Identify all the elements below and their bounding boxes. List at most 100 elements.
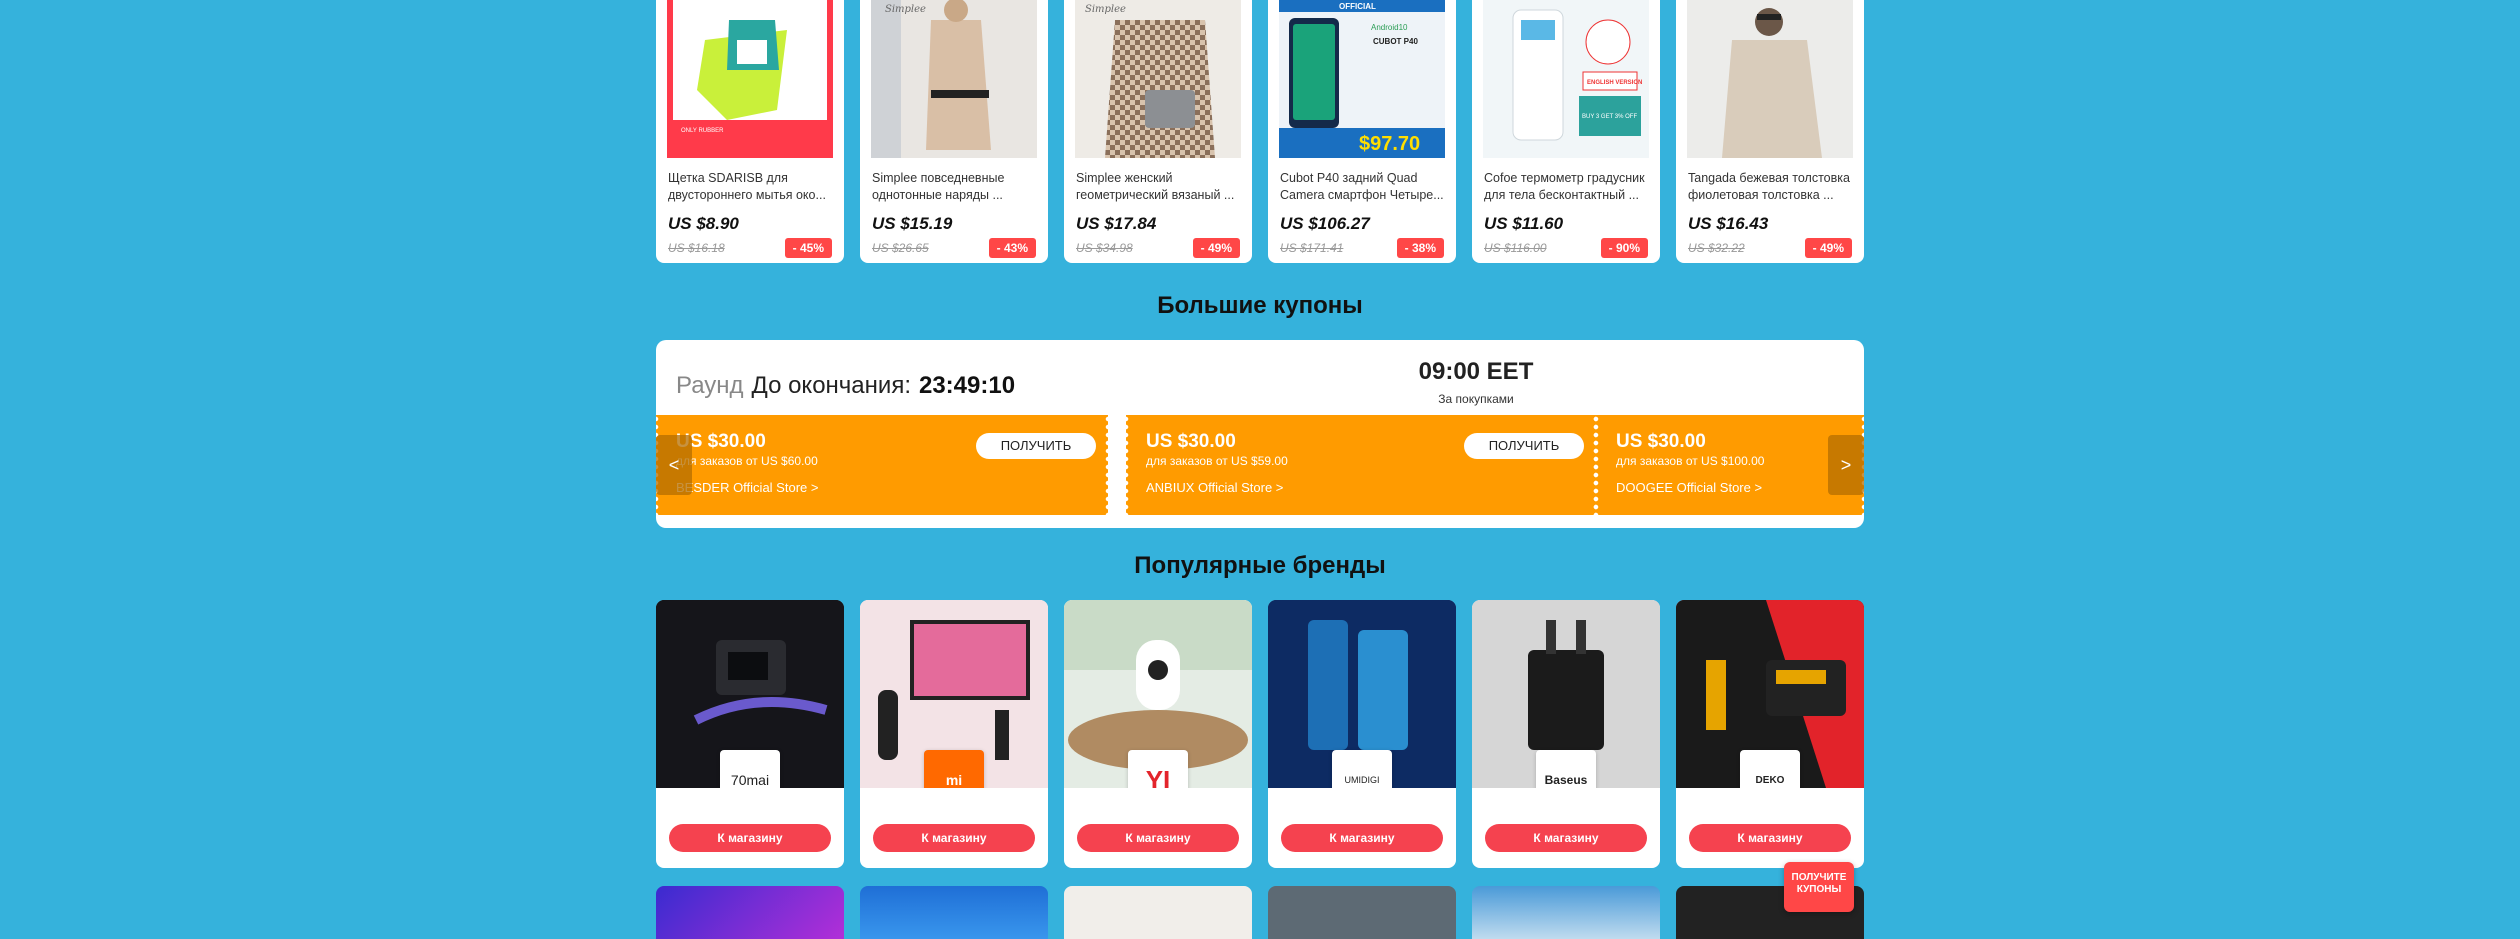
to-store-button[interactable]: К магазину bbox=[669, 824, 831, 852]
brand-image: UMIDIGI bbox=[1268, 600, 1456, 788]
product-image: Simplee bbox=[1075, 0, 1241, 158]
discount-badge: - 38% bbox=[1396, 238, 1444, 258]
get-coupon-button[interactable]: ПОЛУЧИТЬ bbox=[1464, 433, 1584, 459]
carousel-next-arrow[interactable]: > bbox=[1828, 435, 1864, 495]
coupon-amount: US $30.00 bbox=[1616, 431, 1706, 452]
brand-card[interactable]: mi К магазину bbox=[860, 600, 1048, 868]
get-coupons-floating-button[interactable]: ПОЛУЧИТЕ КУПОНЫ bbox=[1784, 862, 1854, 912]
brand-card[interactable] bbox=[656, 886, 844, 939]
brand-card[interactable]: Baseus К магазину bbox=[1472, 600, 1660, 868]
svg-text:ONLY RUBBER: ONLY RUBBER bbox=[681, 128, 724, 134]
brand-card[interactable]: YI К магазину bbox=[1064, 600, 1252, 868]
brand-image: DEKO bbox=[1676, 600, 1864, 788]
discount-badge: - 45% bbox=[784, 238, 832, 258]
to-store-button[interactable]: К магазину bbox=[1689, 824, 1851, 852]
brand-card[interactable] bbox=[1472, 886, 1660, 939]
product-old-price: US $34.98 bbox=[1076, 241, 1133, 255]
coupon-card[interactable]: US $30.00 для заказов от US $60.00 BESDE… bbox=[656, 415, 1111, 515]
next-round-sub: За покупками bbox=[1438, 392, 1514, 406]
product-price: US $15.19 bbox=[872, 214, 953, 233]
coupons-panel: Раунд До окончания: 23:49:10 09:00 EET З… bbox=[656, 340, 1864, 528]
brand-card[interactable] bbox=[1268, 886, 1456, 939]
brands-section-title: Популярные бренды bbox=[1134, 552, 1386, 579]
svg-text:ENGLISH VERSION: ENGLISH VERSION bbox=[1587, 80, 1642, 86]
product-old-price: US $116.00 bbox=[1484, 241, 1547, 255]
to-store-button[interactable]: К магазину bbox=[1077, 824, 1239, 852]
brand-card[interactable]: UMIDIGI К магазину bbox=[1268, 600, 1456, 868]
discount-badge: - 49% bbox=[1192, 238, 1240, 258]
brand-logo: UMIDIGI bbox=[1332, 750, 1392, 788]
countdown-timer: 23:49:10 bbox=[918, 372, 1016, 399]
brand-card[interactable] bbox=[860, 886, 1048, 939]
product-price: US $16.43 bbox=[1688, 214, 1769, 233]
coupon-store-link[interactable]: DOOGEE Official Store > bbox=[1616, 480, 1844, 495]
product-old-price: US $171.41 bbox=[1280, 241, 1344, 255]
brand-logo: Baseus bbox=[1536, 750, 1596, 788]
product-image bbox=[1687, 0, 1853, 158]
brand-logo: DEKO bbox=[1740, 750, 1800, 788]
product-old-price: US $32.22 bbox=[1688, 241, 1745, 255]
product-card[interactable]: Simplee Simplee повседневные однотонные … bbox=[860, 0, 1048, 263]
product-image: ONLY RUBBER bbox=[667, 0, 833, 158]
brand-image: Baseus bbox=[1472, 600, 1660, 788]
product-card[interactable]: Simplee Simplee женский геометрический в… bbox=[1064, 0, 1252, 263]
product-card[interactable]: ENGLISH VERSION BUY 3 GET 3% OFF Cofoe т… bbox=[1472, 0, 1660, 263]
coupon-store-link[interactable]: BESDER Official Store > bbox=[676, 480, 1088, 495]
next-round-time: 09:00 EET bbox=[1418, 358, 1534, 385]
brands-row: 70mai К магазину mi К магазину YI К мага… bbox=[656, 600, 1864, 868]
product-row: ONLY RUBBER Щетка SDARISB для двусторонн… bbox=[656, 0, 1864, 263]
brand-logo: mi bbox=[924, 750, 984, 788]
svg-text:Simplee: Simplee bbox=[1085, 4, 1126, 15]
coupon-card[interactable]: US $30.00 для заказов от US $100.00 DOOG… bbox=[1593, 415, 1864, 515]
coupons-section-title: Большие купоны bbox=[1157, 292, 1363, 319]
coupon-min: для заказов от US $100.00 bbox=[1616, 454, 1765, 468]
product-image: OFFICIAL Android10 CUBOT P40 $97.70 bbox=[1279, 0, 1445, 158]
to-store-button[interactable]: К магазину bbox=[1281, 824, 1443, 852]
product-price: US $11.60 bbox=[1484, 214, 1564, 233]
product-card[interactable]: ONLY RUBBER Щетка SDARISB для двусторонн… bbox=[656, 0, 844, 263]
product-image: ENGLISH VERSION BUY 3 GET 3% OFF bbox=[1483, 0, 1649, 158]
coupon-carousel: US $30.00 для заказов от US $60.00 BESDE… bbox=[656, 415, 1864, 515]
product-price: US $8.90 bbox=[668, 214, 739, 233]
until-label: До окончания: bbox=[751, 372, 911, 399]
product-image: Simplee bbox=[871, 0, 1037, 158]
product-title[interactable]: Tangada бежевая толстовка фиолетовая тол… bbox=[1676, 158, 1864, 212]
discount-badge: - 43% bbox=[988, 238, 1036, 258]
svg-text:OFFICIAL: OFFICIAL bbox=[1339, 2, 1376, 11]
discount-badge: - 49% bbox=[1804, 238, 1852, 258]
brand-image: YI bbox=[1064, 600, 1252, 788]
brand-card[interactable]: DEKO К магазину bbox=[1676, 600, 1864, 868]
to-store-button[interactable]: К магазину bbox=[1485, 824, 1647, 852]
product-old-price: US $26.65 bbox=[872, 241, 929, 255]
svg-text:CUBOT P40: CUBOT P40 bbox=[1373, 37, 1418, 46]
svg-text:BUY 3 GET 3% OFF: BUY 3 GET 3% OFF bbox=[1582, 114, 1637, 120]
get-coupon-button[interactable]: ПОЛУЧИТЬ bbox=[976, 433, 1096, 459]
brand-logo: 70mai bbox=[720, 750, 780, 788]
product-price: US $106.27 bbox=[1280, 214, 1370, 233]
product-title[interactable]: Simplee повседневные однотонные наряды .… bbox=[860, 158, 1048, 212]
round-label: Раунд bbox=[676, 372, 744, 399]
svg-text:Simplee: Simplee bbox=[885, 4, 926, 15]
product-title[interactable]: Щетка SDARISB для двустороннего мытья ок… bbox=[656, 158, 844, 212]
product-title[interactable]: Cofoe термометр градусник для тела беско… bbox=[1472, 158, 1660, 212]
product-price: US $17.84 bbox=[1076, 214, 1157, 233]
carousel-prev-arrow[interactable]: < bbox=[656, 435, 692, 495]
product-old-price: US $16.18 bbox=[668, 241, 725, 255]
product-title[interactable]: Cubot P40 задний Quad Camera смартфон Че… bbox=[1268, 158, 1456, 212]
brand-logo: YI bbox=[1128, 750, 1188, 788]
to-store-button[interactable]: К магазину bbox=[873, 824, 1035, 852]
brand-image: 70mai bbox=[656, 600, 844, 788]
product-card[interactable]: Tangada бежевая толстовка фиолетовая тол… bbox=[1676, 0, 1864, 263]
countdown: Раунд До окончания: 23:49:10 bbox=[676, 372, 1015, 400]
brand-card[interactable] bbox=[1064, 886, 1252, 939]
discount-badge: - 90% bbox=[1600, 238, 1648, 258]
coupon-store-link[interactable]: ANBIUX Official Store > bbox=[1146, 480, 1576, 495]
next-round: 09:00 EET За покупками bbox=[1376, 358, 1576, 406]
product-title[interactable]: Simplee женский геометрический вязаный .… bbox=[1064, 158, 1252, 212]
svg-text:Android10: Android10 bbox=[1371, 23, 1408, 32]
get-coupons-label: ПОЛУЧИТЕ КУПОНЫ bbox=[1791, 872, 1847, 895]
coupon-card[interactable]: US $30.00 для заказов от US $59.00 ANBIU… bbox=[1123, 415, 1599, 515]
brand-image: mi bbox=[860, 600, 1048, 788]
brand-card[interactable]: 70mai К магазину bbox=[656, 600, 844, 868]
product-card[interactable]: OFFICIAL Android10 CUBOT P40 $97.70 Cubo… bbox=[1268, 0, 1456, 263]
